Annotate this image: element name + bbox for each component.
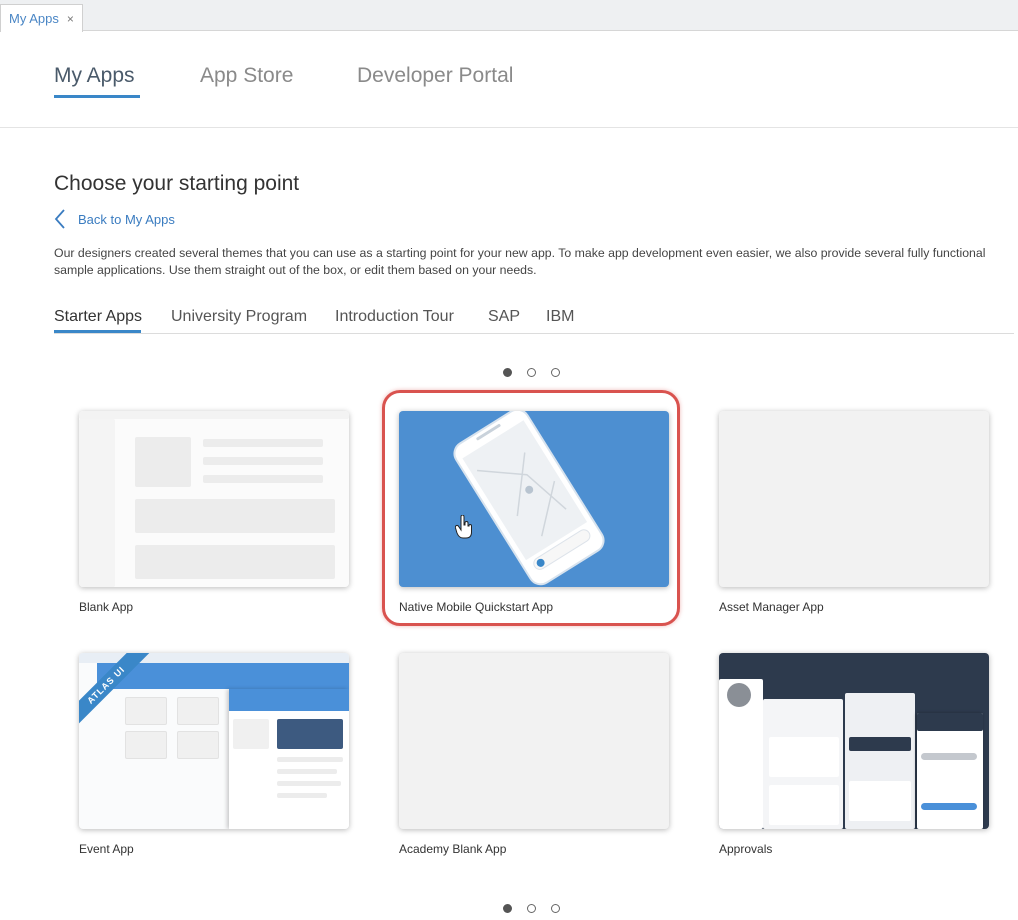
nav-developer-portal[interactable]: Developer Portal [357, 64, 513, 88]
page-description: Our designers created several themes tha… [54, 246, 986, 277]
nav-app-store[interactable]: App Store [200, 64, 293, 88]
tab-ibm[interactable]: IBM [546, 308, 574, 326]
pagination-top [503, 368, 560, 377]
card-thumbnail [79, 411, 349, 587]
page-dot-2[interactable] [527, 904, 536, 913]
card-thumbnail [719, 653, 989, 829]
category-tabs: Starter Apps University Program Introduc… [54, 306, 1014, 334]
card-label: Blank App [79, 600, 134, 614]
page-dot-2[interactable] [527, 368, 536, 377]
document-tab[interactable]: My Apps × [0, 4, 83, 32]
hand-cursor-icon [454, 514, 473, 544]
tab-sap[interactable]: SAP [488, 308, 520, 326]
card-label: Approvals [719, 842, 773, 856]
page-dot-1[interactable] [503, 368, 512, 377]
card-label: Academy Blank App [399, 842, 507, 856]
tab-starter-apps[interactable]: Starter Apps [54, 308, 142, 326]
top-navigation: My Apps App Store Developer Portal [0, 31, 1018, 128]
back-link-label: Back to My Apps [78, 211, 175, 227]
card-label: Native Mobile Quickstart App [399, 600, 554, 614]
page-dot-1[interactable] [503, 904, 512, 913]
tab-university-program[interactable]: University Program [171, 308, 307, 326]
document-tab-label: My Apps [9, 11, 59, 26]
phone-illustration [453, 411, 605, 586]
page-dot-3[interactable] [551, 904, 560, 913]
window-tab-strip: My Apps × [0, 0, 1018, 32]
tab-introduction-tour[interactable]: Introduction Tour [335, 308, 454, 326]
card-label: Event App [79, 842, 134, 856]
tab-active-indicator [54, 330, 141, 333]
card-thumbnail [719, 411, 989, 587]
close-icon[interactable]: × [67, 12, 74, 26]
card-thumbnail [399, 411, 669, 587]
back-link[interactable]: Back to My Apps [54, 209, 175, 229]
nav-active-indicator [54, 95, 140, 98]
chevron-left-icon [54, 209, 66, 229]
page-title: Choose your starting point [54, 172, 300, 195]
card-thumbnail: ATLAS UI [79, 653, 349, 829]
card-thumbnail [399, 653, 669, 829]
page-dot-3[interactable] [551, 368, 560, 377]
pagination-bottom [503, 904, 560, 913]
nav-my-apps[interactable]: My Apps [54, 64, 135, 88]
card-label: Asset Manager App [719, 600, 824, 614]
